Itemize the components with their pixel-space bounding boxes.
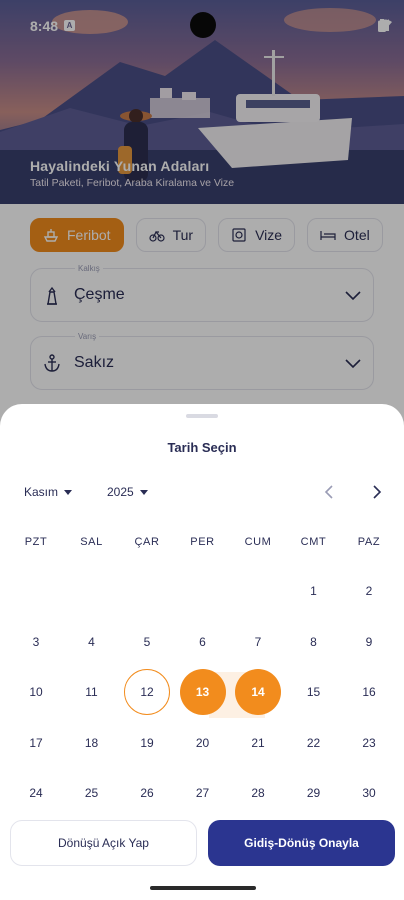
calendar-day[interactable]: 14	[235, 669, 281, 715]
year-dropdown[interactable]: 2025	[107, 485, 148, 499]
calendar-day[interactable]: 9	[346, 619, 392, 665]
weekday-label: CUM	[244, 536, 272, 548]
calendar-day[interactable]: 20	[180, 720, 226, 766]
date-picker-sheet: Tarih Seçin Kasım 2025 PZT SAL ÇAR PER CUM CM…	[0, 404, 404, 900]
year-value: 2025	[107, 485, 134, 499]
caret-down-icon	[64, 489, 73, 495]
calendar-day[interactable]: 5	[124, 619, 170, 665]
caret-down-icon	[139, 489, 148, 495]
calendar-grid: 1 2 3 4 5 6 7 8 9 10 11 12 13 14 15 16 17 18 19 20 21 22 23 24 2…	[8, 566, 396, 816]
calendar-day[interactable]: 6	[180, 619, 226, 665]
confirm-round-trip-button[interactable]: Gidiş-Dönüş Onayla	[208, 820, 395, 866]
weekday-label: ÇAR	[134, 536, 160, 548]
calendar-day[interactable]: 10	[13, 669, 59, 715]
sheet-title: Tarih Seçin	[167, 440, 237, 455]
weekday-label: PAZ	[357, 536, 381, 548]
month-value: Kasım	[24, 485, 59, 499]
calendar-day[interactable]: 25	[69, 770, 115, 816]
calendar-day[interactable]: 8	[291, 619, 337, 665]
calendar-day[interactable]: 28	[235, 770, 281, 816]
calendar-day[interactable]: 19	[124, 720, 170, 766]
chevron-right-icon[interactable]	[366, 481, 388, 503]
calendar-day[interactable]: 17	[13, 720, 59, 766]
calendar-day[interactable]: 23	[346, 720, 392, 766]
calendar-day[interactable]: 4	[69, 619, 115, 665]
calendar-day[interactable]: 1	[291, 568, 337, 614]
open-return-button[interactable]: Dönüşü Açık Yap	[10, 820, 197, 866]
calendar-day[interactable]: 2	[346, 568, 392, 614]
weekday-label: PER	[190, 536, 215, 548]
calendar-day[interactable]: 12	[124, 669, 170, 715]
calendar-day[interactable]: 26	[124, 770, 170, 816]
calendar-day[interactable]: 30	[346, 770, 392, 816]
calendar-day[interactable]: 15	[291, 669, 337, 715]
calendar-day[interactable]: 29	[291, 770, 337, 816]
calendar-day[interactable]: 24	[13, 770, 59, 816]
calendar-day[interactable]: 21	[235, 720, 281, 766]
weekday-label: SAL	[80, 536, 103, 548]
calendar-day[interactable]: 22	[291, 720, 337, 766]
chevron-left-icon[interactable]	[318, 481, 340, 503]
weekday-label: PZT	[24, 536, 48, 548]
calendar-day[interactable]: 7	[235, 619, 281, 665]
month-dropdown[interactable]: Kasım	[24, 485, 73, 499]
weekday-label: CMT	[300, 536, 327, 548]
sheet-drag-handle[interactable]	[186, 414, 218, 418]
calendar-day[interactable]: 3	[13, 619, 59, 665]
weekday-header: PZT SAL ÇAR PER CUM CMT PAZ	[8, 536, 396, 550]
calendar-day[interactable]: 16	[346, 669, 392, 715]
calendar-day[interactable]: 27	[180, 770, 226, 816]
calendar-day[interactable]: 18	[69, 720, 115, 766]
calendar-day[interactable]: 11	[69, 669, 115, 715]
calendar-day[interactable]: 13	[179, 669, 226, 715]
home-indicator	[150, 886, 256, 890]
